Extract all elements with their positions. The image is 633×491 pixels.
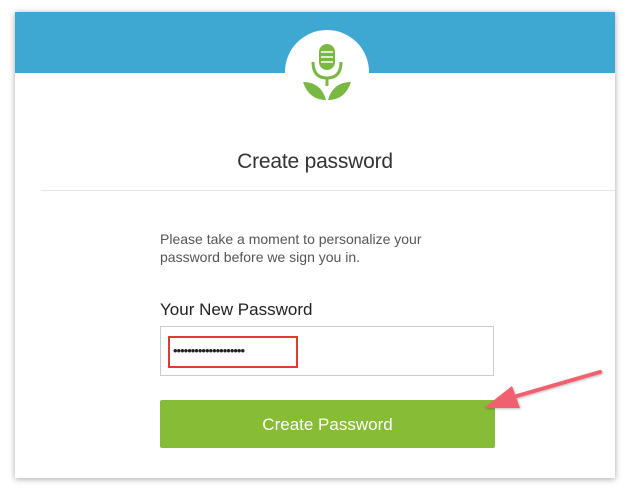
page: Create password Please take a moment to … [0, 0, 633, 491]
logo [285, 30, 369, 114]
password-label: Your New Password [160, 300, 313, 319]
annotation-highlight-box [168, 336, 298, 368]
page-title: Create password [237, 150, 393, 173]
microphone-leaves-logo-icon [303, 44, 351, 100]
divider [41, 190, 615, 191]
intro-text: Please take a moment to personalize your… [160, 231, 422, 265]
create-password-button[interactable]: Create Password [160, 400, 495, 448]
annotation-arrow-icon [484, 370, 602, 408]
